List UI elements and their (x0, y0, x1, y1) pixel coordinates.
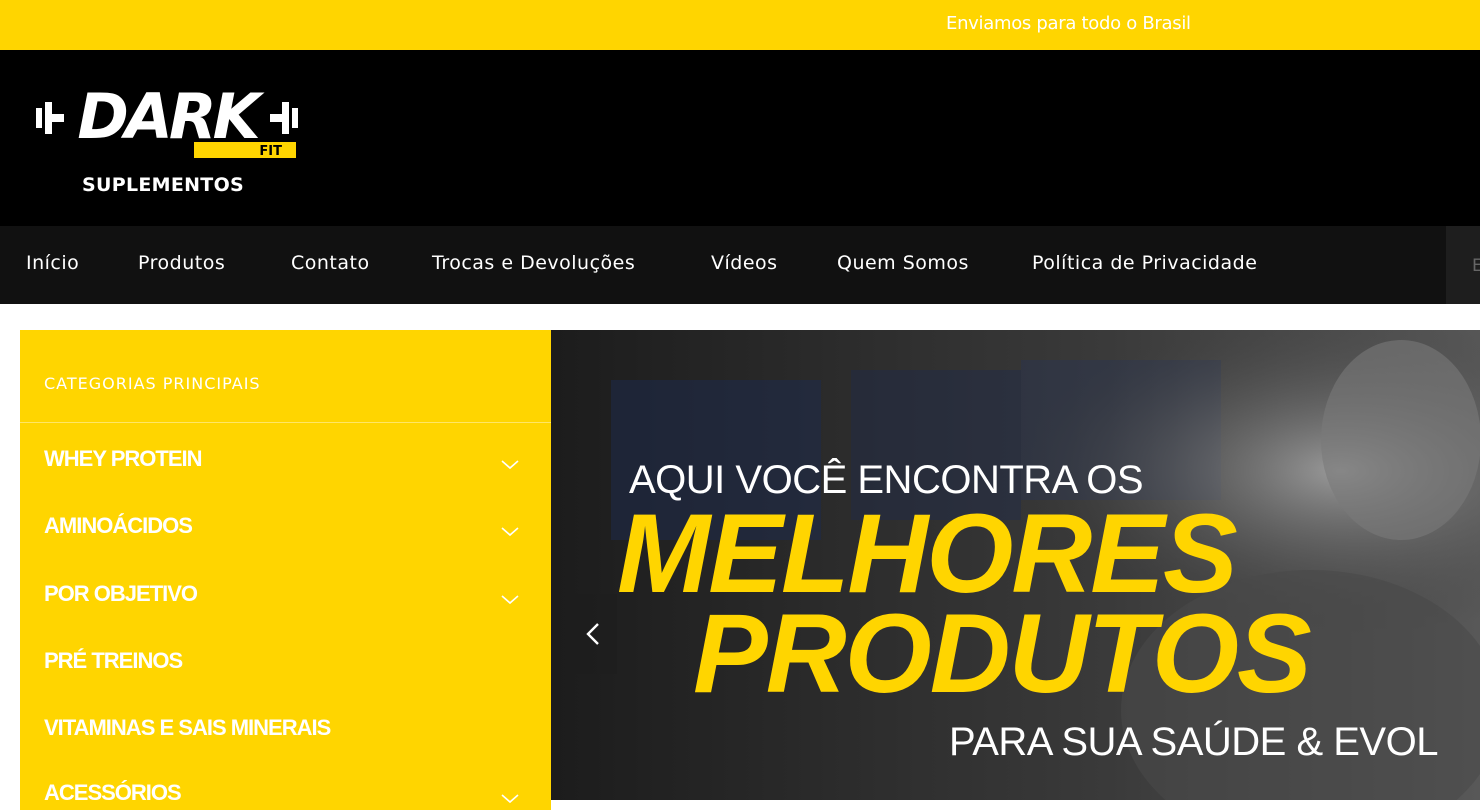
category-title: CATEGORIAS PRINCIPAIS (44, 374, 261, 393)
nav-item-quem-somos[interactable]: Quem Somos (837, 252, 969, 274)
search-input[interactable]: E (1446, 226, 1480, 304)
hero-banner[interactable]: AQUI VOCÊ ENCONTRA OS MELHORES PRODUTOS … (551, 330, 1480, 800)
logo[interactable]: DARK FIT SUPLEMENTOS (32, 76, 302, 206)
carousel-prev-button[interactable] (567, 594, 617, 674)
chevron-down-icon[interactable] (498, 454, 522, 474)
category-pre-treinos[interactable]: PRÉ TREINOS (44, 648, 183, 674)
chevron-down-icon[interactable] (498, 521, 522, 541)
nav-item-privacidade[interactable]: Política de Privacidade (1032, 252, 1257, 274)
shipping-message: Enviamos para todo o Brasil (946, 13, 1191, 34)
nav-item-contato[interactable]: Contato (291, 252, 370, 274)
logo-badge: FIT (259, 144, 282, 159)
chevron-left-icon (586, 623, 599, 645)
main-nav: Início Produtos Contato Trocas e Devoluç… (0, 226, 1480, 304)
category-acessorios[interactable]: ACESSÓRIOS (44, 780, 182, 806)
logo-subtitle: SUPLEMENTOS (82, 174, 245, 196)
site-header: DARK FIT SUPLEMENTOS (0, 50, 1480, 226)
banner-headline-3: PRODUTOS (693, 591, 1312, 716)
nav-item-inicio[interactable]: Início (26, 252, 79, 274)
search-placeholder: E (1472, 256, 1480, 276)
chevron-down-icon[interactable] (498, 589, 522, 609)
nav-item-videos[interactable]: Vídeos (711, 252, 778, 274)
category-aminoacidos[interactable]: AMINOÁCIDOS (44, 513, 193, 539)
divider (20, 422, 551, 423)
chevron-down-icon[interactable] (498, 788, 522, 808)
banner-headline-4: PARA SUA SAÚDE & EVOL (949, 720, 1438, 764)
category-por-objetivo[interactable]: POR OBJETIVO (44, 581, 198, 607)
top-announcement-bar: Enviamos para todo o Brasil (0, 0, 1480, 50)
logo-mark: DARK FIT (36, 80, 298, 159)
category-vitaminas[interactable]: VITAMINAS E SAIS MINERAIS (44, 715, 331, 741)
category-sidebar: CATEGORIAS PRINCIPAIS WHEY PROTEIN AMINO… (20, 330, 551, 810)
nav-item-produtos[interactable]: Produtos (138, 252, 225, 274)
category-whey-protein[interactable]: WHEY PROTEIN (44, 446, 203, 472)
nav-item-trocas[interactable]: Trocas e Devoluções (432, 252, 635, 274)
